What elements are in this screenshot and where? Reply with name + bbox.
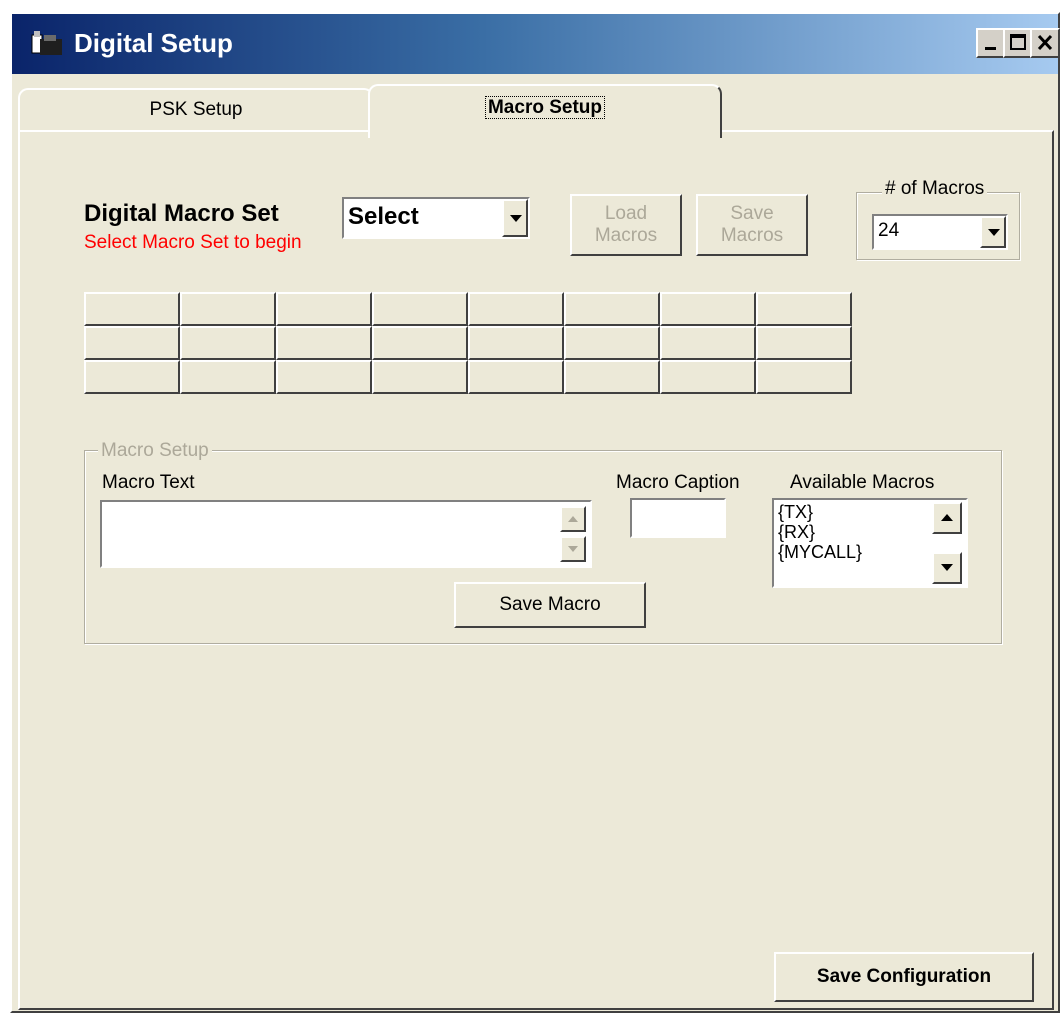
digital-setup-window: Digital Setup PSK Setup Macro Setup Digi…: [10, 12, 1060, 1013]
close-icon: [1037, 34, 1053, 51]
macro-slot-button[interactable]: [756, 326, 852, 360]
macro-text-area[interactable]: [100, 500, 592, 568]
tab-psk-setup[interactable]: PSK Setup: [18, 88, 374, 132]
arrow-up-icon: [941, 514, 953, 521]
macro-slot-button[interactable]: [564, 326, 660, 360]
available-macros-label: Available Macros: [790, 472, 935, 493]
available-macro-item[interactable]: {RX}: [776, 522, 926, 542]
macro-slot-button[interactable]: [660, 360, 756, 394]
num-macros-label: # of Macros: [882, 178, 988, 200]
macro-slot-button[interactable]: [756, 360, 852, 394]
num-macros-select[interactable]: 24: [872, 214, 1008, 250]
available-macros-scroll-down[interactable]: [932, 552, 962, 584]
available-macro-item[interactable]: {MYCALL}: [776, 542, 926, 562]
load-macros-button[interactable]: Load Macros: [570, 194, 682, 256]
macro-set-value: Select: [348, 203, 419, 230]
save-macros-button[interactable]: Save Macros: [696, 194, 808, 256]
chevron-down-icon[interactable]: [980, 216, 1006, 248]
app-icon: [31, 31, 62, 55]
macro-text-scroll-down[interactable]: [560, 536, 586, 562]
macro-slot-button[interactable]: [180, 360, 276, 394]
macro-slot-button[interactable]: [468, 360, 564, 394]
macro-caption-label: Macro Caption: [616, 472, 740, 493]
close-button[interactable]: [1030, 28, 1060, 58]
arrow-down-icon: [941, 564, 953, 571]
macro-setup-panel: Digital Macro Set Select Macro Set to be…: [18, 130, 1054, 1010]
macro-slot-button[interactable]: [180, 292, 276, 326]
macro-text-scroll-up[interactable]: [560, 506, 586, 532]
macro-slot-button[interactable]: [468, 326, 564, 360]
macro-slot-button[interactable]: [84, 360, 180, 394]
maximize-icon: [1010, 34, 1026, 50]
macro-slot-button[interactable]: [276, 292, 372, 326]
tab-macro-setup-label: Macro Setup: [484, 96, 606, 119]
macro-slot-button[interactable]: [372, 326, 468, 360]
macro-slot-button[interactable]: [372, 292, 468, 326]
macro-slot-button[interactable]: [372, 360, 468, 394]
num-macros-value: 24: [878, 220, 900, 241]
macro-set-select[interactable]: Select: [342, 197, 530, 239]
available-macros-items: {TX} {RX} {MYCALL}: [776, 502, 926, 562]
available-macros-list[interactable]: {TX} {RX} {MYCALL}: [772, 498, 968, 588]
title-bar[interactable]: Digital Setup: [12, 14, 1060, 74]
macro-slot-button[interactable]: [468, 292, 564, 326]
macro-slot-button[interactable]: [756, 292, 852, 326]
macro-setup-group-label: Macro Setup: [98, 440, 212, 462]
save-macro-button[interactable]: Save Macro: [454, 582, 646, 628]
macro-text-label: Macro Text: [102, 472, 195, 493]
macro-set-label: Digital Macro Set: [84, 200, 279, 227]
minimize-button[interactable]: [976, 28, 1006, 58]
minimize-icon: [985, 47, 996, 50]
macro-slot-button[interactable]: [180, 326, 276, 360]
tab-macro-setup[interactable]: Macro Setup: [368, 84, 722, 138]
macro-slot-button[interactable]: [564, 292, 660, 326]
chevron-down-icon[interactable]: [502, 199, 528, 237]
macro-slot-button[interactable]: [660, 326, 756, 360]
macro-set-hint: Select Macro Set to begin: [84, 232, 302, 253]
macro-slot-button[interactable]: [276, 360, 372, 394]
available-macro-item[interactable]: {TX}: [776, 502, 926, 522]
macro-slot-button[interactable]: [564, 360, 660, 394]
save-configuration-button[interactable]: Save Configuration: [774, 952, 1034, 1002]
macro-slot-button[interactable]: [84, 292, 180, 326]
arrow-down-icon: [568, 546, 578, 552]
macro-slot-button[interactable]: [276, 326, 372, 360]
maximize-button[interactable]: [1003, 28, 1033, 58]
macro-slot-button[interactable]: [660, 292, 756, 326]
available-macros-scroll-up[interactable]: [932, 502, 962, 534]
window-title: Digital Setup: [74, 28, 233, 58]
arrow-up-icon: [568, 516, 578, 522]
macro-slot-button[interactable]: [84, 326, 180, 360]
macro-caption-input[interactable]: [630, 498, 726, 538]
